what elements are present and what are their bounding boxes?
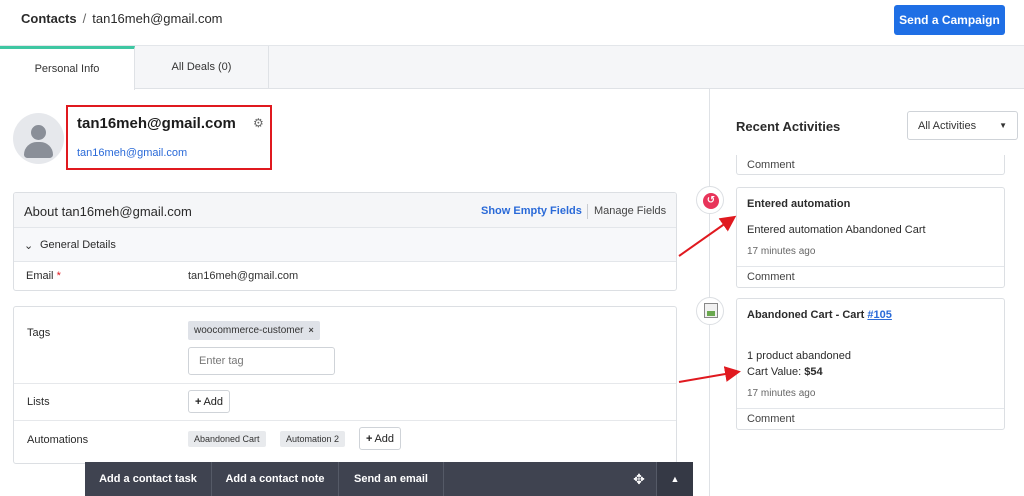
email-label-text: Email <box>26 270 54 282</box>
tag-chip: woocommerce-customer × <box>188 321 320 340</box>
required-mark: * <box>56 270 61 282</box>
activity-filter-value: All Activities <box>918 120 977 132</box>
cart-value: $54 <box>804 366 823 378</box>
remove-tag-icon[interactable]: × <box>308 325 313 335</box>
activity-text-prefix: Entered automation <box>747 224 846 236</box>
general-details-label: General Details <box>40 239 116 251</box>
send-email-button[interactable]: Send an email <box>339 462 444 496</box>
gear-icon[interactable]: ⚙ <box>253 116 264 130</box>
activity-text-value: Abandoned Cart <box>845 224 926 236</box>
automation-chip[interactable]: Abandoned Cart <box>188 431 266 447</box>
tag-text: woocommerce-customer <box>194 325 304 336</box>
activity-card: Entered automation Entered automation Ab… <box>736 187 1005 288</box>
breadcrumb-current: tan16meh@gmail.com <box>92 11 223 26</box>
add-list-label: Add <box>203 395 224 408</box>
activity-card-footer: Comment <box>737 408 1004 430</box>
top-bar: Contacts / tan16meh@gmail.com Send a Campa… <box>0 0 1024 46</box>
row-divider <box>14 420 676 421</box>
breadcrumb-contacts-link[interactable]: Contacts <box>21 11 77 26</box>
add-contact-note-button[interactable]: Add a contact note <box>212 462 339 496</box>
activity-card: Abandoned Cart - Cart #105 1 product aba… <box>736 298 1005 430</box>
about-panel: About tan16meh@gmail.com Show Empty Fiel… <box>13 192 677 291</box>
column-divider <box>709 89 710 496</box>
email-field-value[interactable]: tan16meh@gmail.com <box>188 270 298 282</box>
activity-timestamp: 17 minutes ago <box>747 388 816 399</box>
tags-label: Tags <box>27 327 51 339</box>
email-field-label: Email * <box>26 270 61 282</box>
manage-fields-link[interactable]: Manage Fields <box>594 205 666 217</box>
annotation-arrow <box>678 366 741 383</box>
divider <box>587 204 588 219</box>
activity-title: Entered automation <box>747 198 851 210</box>
cart-node <box>696 297 724 325</box>
activity-card-stub: Comment <box>736 155 1005 175</box>
automation-chip[interactable]: Automation 2 <box>280 431 346 447</box>
add-contact-task-button[interactable]: Add a contact task <box>85 462 212 496</box>
tab-all-deals[interactable]: All Deals (0) <box>135 46 269 89</box>
comment-link[interactable]: Comment <box>747 413 795 425</box>
add-list-button[interactable]: + Add <box>188 390 231 413</box>
chevron-up-icon[interactable]: ▲ <box>656 462 693 496</box>
chevron-down-icon: ⌄ <box>24 240 34 252</box>
product-count-text: product abandoned <box>753 350 851 362</box>
activity-text: Entered automation Abandoned Cart <box>747 224 926 236</box>
automation-node: ↺ <box>696 186 724 214</box>
contact-name: tan16meh@gmail.com <box>77 115 236 132</box>
comment-link[interactable]: Comment <box>747 271 795 283</box>
avatar-head <box>31 125 46 140</box>
tag-input[interactable] <box>188 347 335 375</box>
plus-icon: + <box>366 432 373 445</box>
recent-activities-title: Recent Activities <box>736 119 841 134</box>
tags-lists-panel: Tags woocommerce-customer× Lists +Add Au… <box>13 306 677 464</box>
about-header: About tan16meh@gmail.com Show Empty Fiel… <box>14 193 676 228</box>
avatar <box>13 113 64 164</box>
cart-link[interactable]: #105 <box>867 309 891 321</box>
automations-label: Automations <box>27 434 89 446</box>
lists-label: Lists <box>27 396 50 408</box>
contact-email-link[interactable]: tan16meh@gmail.com <box>77 147 187 159</box>
activity-timestamp: 17 minutes ago <box>747 246 816 257</box>
avatar-body <box>24 142 53 158</box>
row-divider <box>14 383 676 384</box>
move-icon[interactable]: ✥ <box>622 462 656 496</box>
add-automation-label: Add <box>374 432 395 445</box>
comment-link[interactable]: Comment <box>747 159 795 171</box>
activity-cart-value: Cart Value: $54 <box>747 366 823 378</box>
activity-product-count: 1 product abandoned <box>747 350 851 362</box>
activity-title-text: Abandoned Cart - Cart <box>747 309 868 321</box>
plus-icon: + <box>195 395 202 408</box>
activity-title: Abandoned Cart - Cart #105 <box>747 309 892 321</box>
about-title: About tan16meh@gmail.com <box>24 204 192 219</box>
add-automation-button[interactable]: + Add <box>359 427 402 450</box>
activity-filter-select[interactable]: All Activities ▼ <box>907 111 1018 140</box>
contact-action-bar: Add a contact task Add a contact note Se… <box>85 462 693 496</box>
contact-page: Contacts / tan16meh@gmail.com Send a Campa… <box>0 0 1024 496</box>
tab-bar: Personal Info All Deals (0) <box>0 46 1024 90</box>
broken-image-icon <box>704 303 718 318</box>
tab-personal-info[interactable]: Personal Info <box>0 46 135 90</box>
annotation-arrow <box>678 215 737 257</box>
general-details-toggle[interactable]: ⌄ General Details <box>14 228 676 262</box>
send-campaign-button[interactable]: Send a Campaign <box>894 5 1005 35</box>
breadcrumb: Contacts / tan16meh@gmail.com <box>21 11 223 26</box>
automation-icon: ↺ <box>703 193 719 209</box>
show-empty-fields-link[interactable]: Show Empty Fields <box>481 205 582 217</box>
cart-value-label: Cart Value: <box>747 366 805 378</box>
activity-card-footer: Comment <box>737 266 1004 288</box>
breadcrumb-separator: / <box>82 11 87 26</box>
caret-down-icon: ▼ <box>999 121 1007 130</box>
